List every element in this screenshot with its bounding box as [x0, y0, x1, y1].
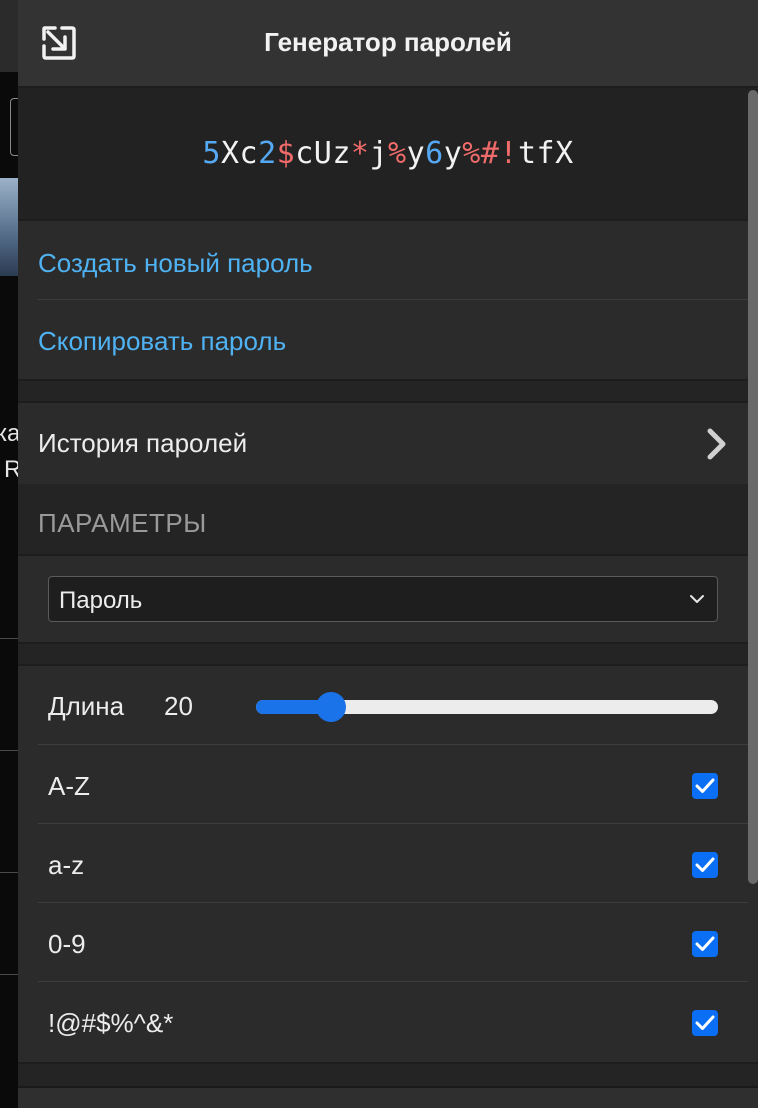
password-char: f	[536, 136, 556, 171]
password-char: y	[406, 136, 426, 171]
generated-password-box: 5Xc2$cUz*j%y6y%#!tfX	[18, 88, 758, 221]
section-spacer	[18, 379, 758, 403]
divider	[38, 981, 748, 982]
password-char: z	[332, 136, 351, 171]
option-row-digits: 0-9	[38, 904, 748, 982]
background-toolbar	[0, 0, 18, 72]
password-char: !	[499, 136, 518, 171]
checkmark-icon	[695, 936, 715, 951]
background-divider	[0, 750, 18, 751]
divider	[38, 823, 748, 824]
symbols-checkbox[interactable]	[692, 1010, 718, 1036]
section-spacer	[18, 642, 758, 666]
background-text-1: ка	[0, 420, 18, 447]
password-char: %	[462, 136, 481, 171]
option-row-lowercase: a-z	[38, 825, 748, 903]
password-char: X	[555, 136, 574, 171]
option-row-symbols: !@#$%^&*	[38, 983, 748, 1061]
background-text-2: R	[4, 456, 18, 483]
panel-title: Генератор паролей	[264, 27, 512, 57]
scrollbar[interactable]	[748, 90, 758, 884]
chevron-down-icon	[690, 595, 704, 603]
type-select-value: Пароль	[59, 587, 143, 614]
background-divider	[0, 872, 18, 873]
checkmark-icon	[695, 1015, 715, 1030]
chevron-right-icon	[707, 428, 726, 460]
password-char: y	[443, 136, 463, 171]
divider	[38, 744, 748, 745]
password-generator-panel: Генератор паролей 5Xc2$cUz*j%y6y%#!tfX С…	[18, 0, 758, 1108]
option-row-uppercase: A-Z	[38, 746, 748, 824]
next-section-edge	[18, 1086, 758, 1108]
password-char: 6	[425, 136, 444, 171]
digits-checkbox[interactable]	[692, 931, 718, 957]
divider	[38, 299, 748, 300]
length-value: 20	[164, 691, 193, 721]
background-input	[10, 98, 18, 156]
slider-thumb[interactable]	[316, 692, 347, 722]
length-label: Длина	[48, 691, 125, 721]
option-label-uppercase: A-Z	[48, 771, 90, 801]
password-char: c	[239, 136, 259, 171]
password-char: X	[220, 136, 240, 171]
password-char: *	[350, 136, 370, 171]
copy-password-button[interactable]: Скопировать пароль	[38, 302, 748, 380]
panel-header: Генератор паролей	[18, 0, 758, 88]
lowercase-checkbox[interactable]	[692, 852, 718, 878]
password-char: $	[276, 136, 296, 171]
password-history-item[interactable]: История паролей	[18, 403, 758, 483]
divider	[38, 902, 748, 903]
password-char: 5	[202, 136, 221, 171]
password-char: U	[313, 136, 333, 171]
password-char: %	[388, 136, 407, 171]
parameters-section-header: ПАРАМЕТРЫ	[18, 484, 758, 556]
password-history-label: История паролей	[38, 427, 248, 458]
checkmark-icon	[695, 857, 715, 872]
background-divider	[0, 974, 18, 975]
option-label-symbols: !@#$%^&*	[48, 1008, 174, 1038]
background-divider	[0, 638, 18, 639]
password-char: j	[369, 136, 388, 171]
type-select-row: Пароль	[18, 556, 758, 642]
length-slider[interactable]	[256, 692, 718, 722]
uppercase-checkbox[interactable]	[692, 773, 718, 799]
generated-password: 5Xc2$cUz*j%y6y%#!tfX	[202, 136, 573, 171]
option-label-digits: 0-9	[48, 929, 86, 959]
type-select[interactable]: Пароль	[48, 576, 718, 622]
checkmark-icon	[695, 778, 715, 793]
length-row: Длина 20	[38, 666, 748, 744]
password-char: #	[480, 136, 500, 171]
password-char: t	[517, 136, 537, 171]
password-char: 2	[258, 136, 277, 171]
background-thumbnail	[0, 178, 18, 276]
generate-password-button[interactable]: Создать новый пароль	[38, 224, 748, 302]
background-app: ка R	[0, 0, 18, 1108]
parameters-section-label: ПАРАМЕТРЫ	[38, 508, 207, 538]
option-label-lowercase: a-z	[48, 850, 85, 880]
password-char: c	[295, 136, 314, 171]
